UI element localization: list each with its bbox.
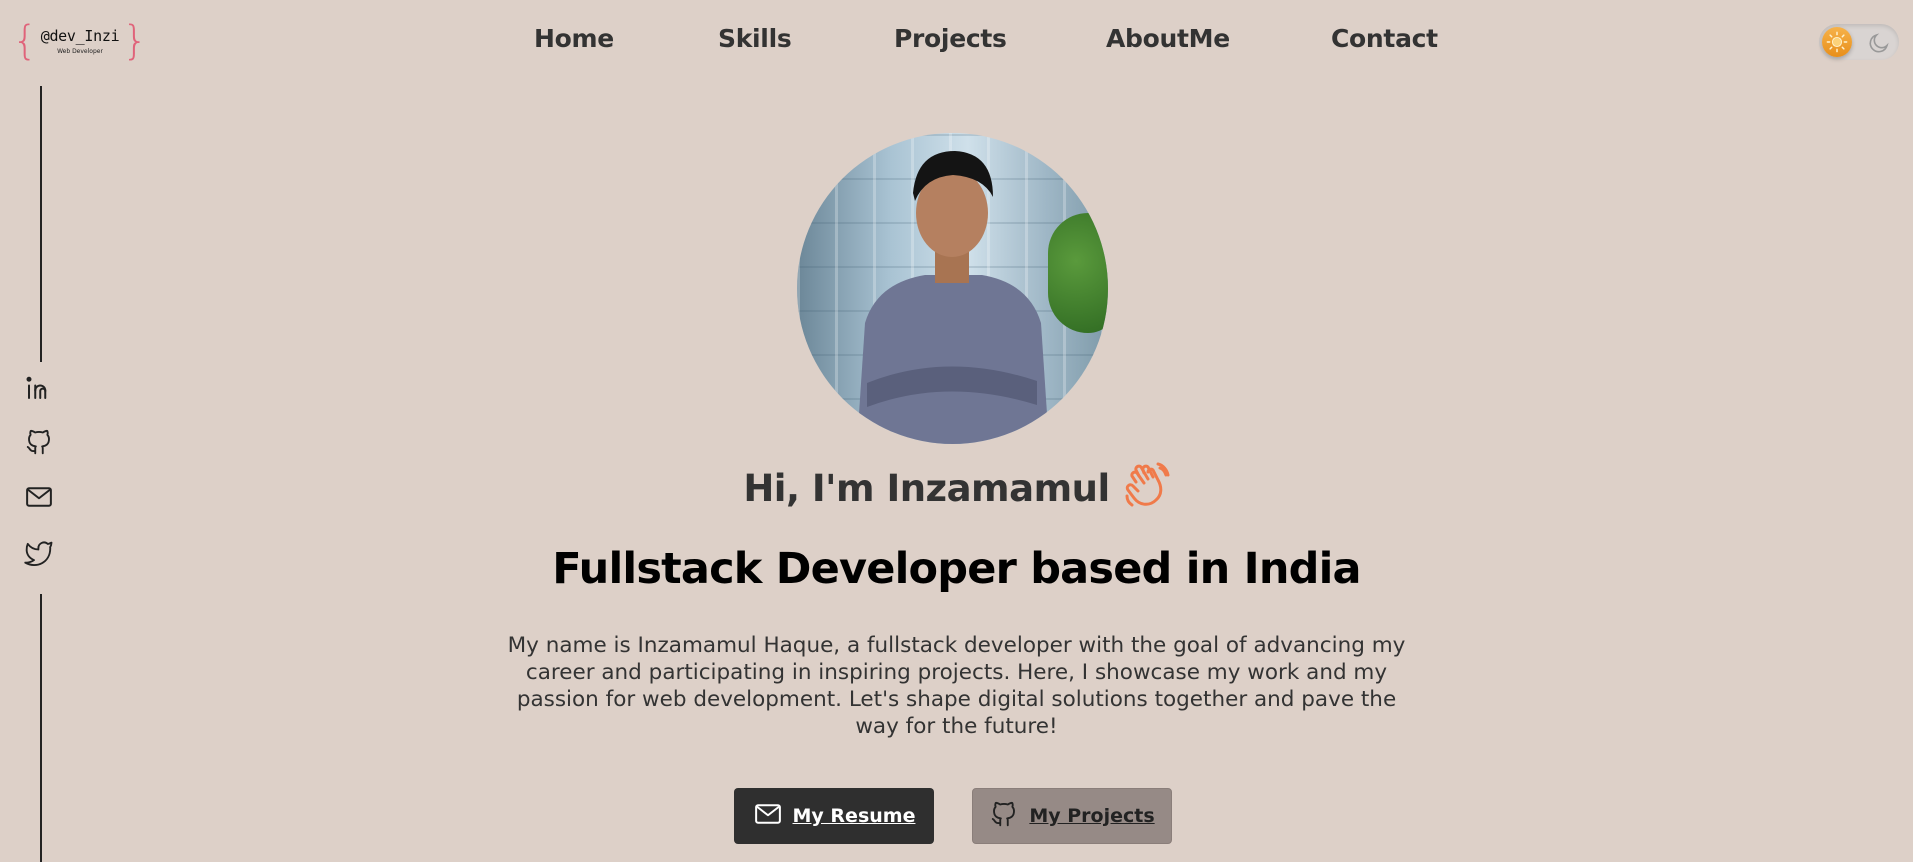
my-resume-button[interactable]: My Resume	[734, 788, 934, 844]
theme-toggle[interactable]	[1819, 24, 1899, 60]
logo-subtitle: Web Developer	[57, 48, 103, 55]
logo-brace-right: }	[122, 18, 148, 64]
my-resume-label: My Resume	[792, 805, 916, 827]
logo-brace-left: {	[12, 18, 38, 64]
nav-home[interactable]: Home	[534, 24, 614, 53]
nav-aboutme[interactable]: AboutMe	[1106, 24, 1230, 53]
greeting: Hi, I'm Inzamamul	[0, 462, 1913, 514]
linkedin-icon	[24, 373, 54, 407]
social-rail-line-bottom	[40, 594, 42, 862]
bio-text: My name is Inzamamul Haque, a fullstack …	[507, 633, 1406, 739]
my-projects-label: My Projects	[1029, 805, 1155, 827]
photo-person	[857, 151, 1049, 444]
headline: Fullstack Developer based in India	[552, 544, 1361, 594]
my-projects-button[interactable]: My Projects	[972, 788, 1172, 844]
github-icon	[989, 799, 1019, 834]
waving-hand-icon	[1122, 462, 1170, 514]
github-icon	[24, 427, 54, 461]
sun-icon	[1822, 27, 1852, 57]
site-logo[interactable]: { @dev_Inzi Web Developer }	[12, 18, 147, 64]
social-rail-line-top	[40, 86, 42, 362]
github-link[interactable]	[23, 428, 55, 460]
logo-text: @dev_Inzi Web Developer	[41, 27, 120, 55]
nav-skills[interactable]: Skills	[718, 24, 792, 53]
greeting-text: Hi, I'm Inzamamul	[743, 466, 1110, 510]
nav-contact[interactable]: Contact	[1331, 24, 1438, 53]
nav-projects[interactable]: Projects	[894, 24, 1007, 53]
mail-icon	[753, 799, 783, 834]
profile-photo	[797, 133, 1108, 444]
linkedin-link[interactable]	[23, 374, 55, 406]
logo-name: @dev_Inzi	[40, 27, 120, 45]
moon-icon	[1867, 31, 1891, 59]
